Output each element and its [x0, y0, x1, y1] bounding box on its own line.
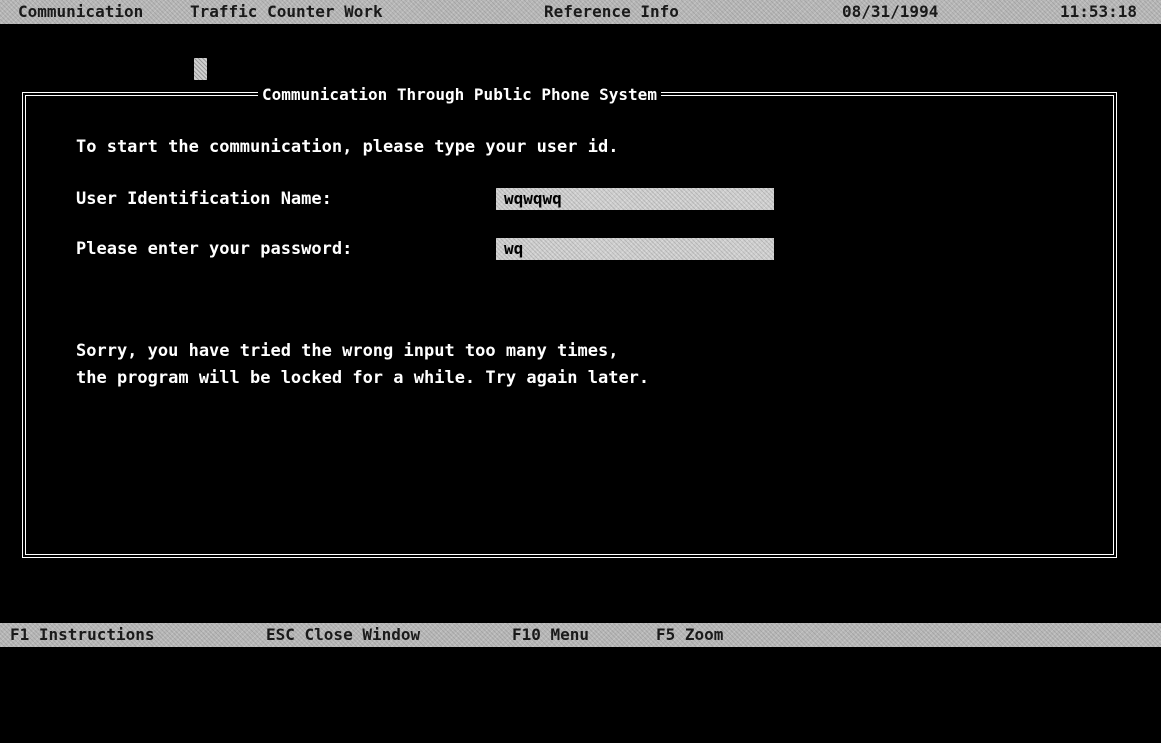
date-display: 08/31/1994 [842, 2, 939, 21]
function-key-bar: F1 Instructions ESC Close Window F10 Men… [0, 623, 1161, 647]
user-id-label: User Identification Name: [76, 189, 332, 209]
menu-bar: Communication Traffic Counter Work Refer… [0, 0, 1161, 24]
error-message-line-2: the program will be locked for a while. … [76, 368, 650, 388]
f5-zoom-key[interactable]: F5 Zoom [656, 623, 723, 647]
menu-traffic-counter-work[interactable]: Traffic Counter Work [190, 0, 383, 24]
esc-close-window-key[interactable]: ESC Close Window [266, 623, 420, 647]
password-label: Please enter your password: [76, 239, 353, 259]
user-id-field[interactable]: wqwqwq [496, 188, 774, 210]
intro-text: To start the communication, please type … [76, 137, 619, 157]
f1-instructions-key[interactable]: F1 Instructions [10, 623, 155, 647]
window-title: Communication Through Public Phone Syste… [258, 84, 661, 106]
menu-reference-info[interactable]: Reference Info [544, 0, 679, 24]
f10-menu-key[interactable]: F10 Menu [512, 623, 589, 647]
error-message-line-1: Sorry, you have tried the wrong input to… [76, 341, 619, 361]
login-window [22, 92, 1117, 558]
password-field[interactable]: wq [496, 238, 774, 260]
time-display: 11:53:18 [1060, 2, 1138, 21]
text-cursor [194, 58, 207, 80]
menu-communication[interactable]: Communication [18, 0, 143, 24]
